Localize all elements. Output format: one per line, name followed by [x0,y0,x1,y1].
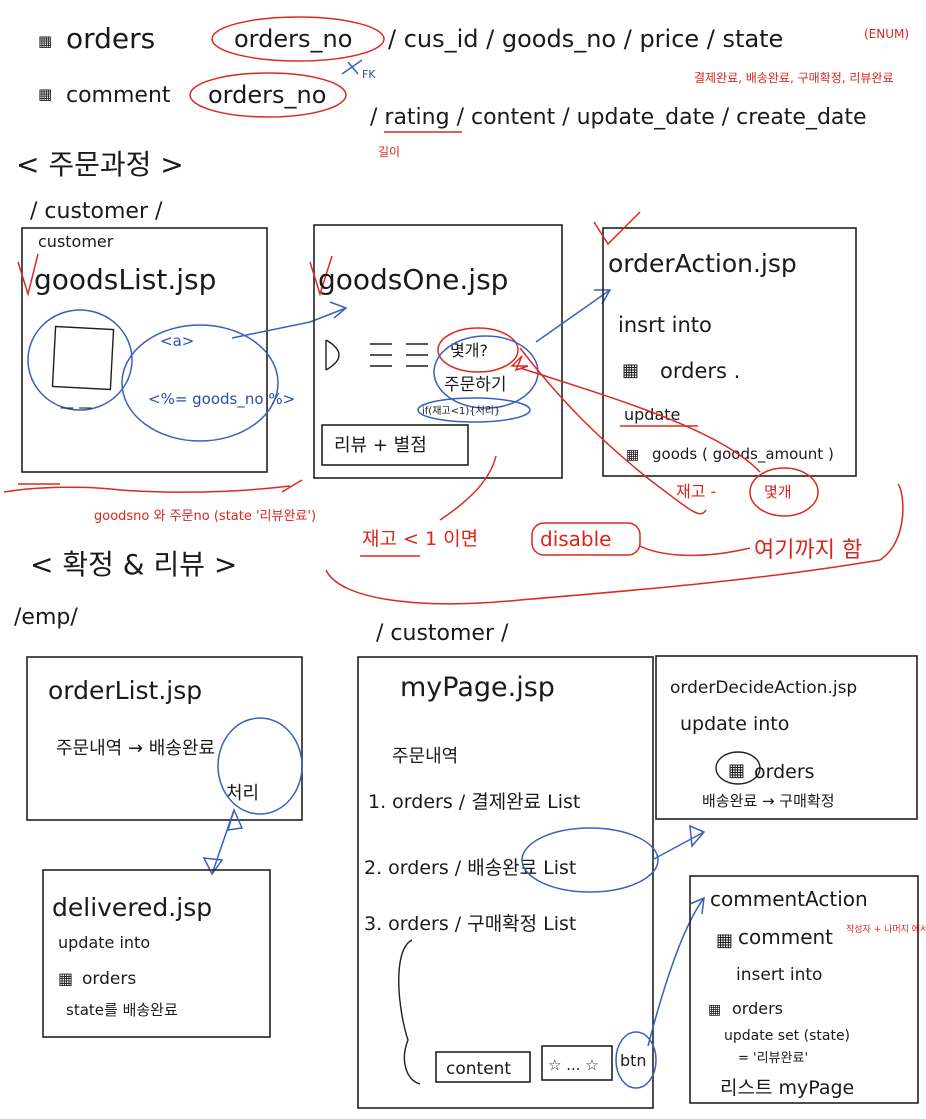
order-decide-line3: 배송완료 → 구매확정 [702,792,835,810]
comment-fields: / rating / content / update_date / creat… [370,105,867,130]
table-icon: ▦ [38,32,52,50]
link-a-text: <a> [160,332,194,350]
table-icon: ▦ [728,760,745,781]
enum-note: (ENUM) [864,27,909,41]
whiteboard-sketch: ▦ orders orders_no / cus_id / goods_no /… [3,16,926,1109]
table-icon: ▦ [708,1002,721,1018]
link-goods-no-text: <%= goods_no %> [148,390,295,409]
comment-side-note: 작성자 + 나머지 에서... [846,924,926,935]
fk-mark [341,59,363,75]
disable-word: disable [540,527,611,551]
goods-amount-line: goods ( goods_amount ) [652,445,834,464]
delivered-line2: orders [82,969,136,989]
customer-label: customer [38,232,114,251]
rating-note: 길이 [378,145,400,159]
my-page-item1: 1. orders / 결제완료 List [368,791,580,813]
order-decide-title: orderDecideAction.jsp [670,678,857,698]
confirm-review-section: < 확정 & 리뷰 > /emp/ / customer / orderList… [14,548,926,1109]
arrow-goodsone-to-orderaction [535,289,611,343]
comment-action-title: commentAction [710,887,868,911]
comment-action-line1: comment [738,925,833,949]
order-decide-line1: update into [680,713,789,735]
my-page-box [357,656,654,1109]
schema-section: ▦ orders orders_no / cus_id / goods_no /… [38,16,909,159]
stock-check-note: if(재고<1){처리} [422,405,500,417]
arrow-btn-to-comment [647,897,705,1047]
table-icon: ▦ [38,85,52,103]
delivered-line1: update into [58,933,150,952]
order-button: 주문하기 [444,375,507,395]
customer-path: / customer / [30,199,163,224]
table-icon: ▦ [716,930,733,951]
link-circle [121,324,279,442]
disable-note: 재고 < 1 이면 [362,528,478,550]
my-page-heading: 주문내역 [392,746,458,767]
customer-path-2: / customer / [376,621,509,646]
insert-into-line: insrt into [618,313,712,337]
arrow-delivered-to-decide [651,831,705,861]
fk-label: FK [362,68,376,81]
stock-minus-note: 재고 - [676,482,716,501]
delivered-circle [217,717,303,815]
confirm-review-title: < 확정 & 리뷰 > [30,548,237,581]
back-note: 여기까지 함 [754,538,862,563]
brace [398,939,421,1085]
qty-note: 몇개 [764,483,792,501]
orders-line: orders . [660,359,740,383]
red-divider [119,485,291,493]
goods-image-placeholder [51,325,115,391]
goods-dash: — — [60,400,92,416]
goods-list-title: goodsList.jsp [34,263,216,296]
table-icon: ▦ [622,360,639,381]
join-note: goodsno 와 주문no (state '리뷰완료') [94,509,316,524]
orders-pk-field: orders_no [234,25,352,53]
goods-image-circle [27,309,133,411]
order-action-title: orderAction.jsp [608,249,797,278]
my-page-item3: 3. orders / 구매확정 List [364,913,576,935]
comment-action-line2: insert into [736,965,822,985]
red-link [639,545,751,557]
order-list-line1: 주문내역 → 배송완료 [56,738,215,759]
qty-label: 몇개? [450,341,488,360]
order-process-title: < 주문과정 > [16,148,184,181]
table-icon: ▦ [626,447,639,463]
stars-label: ☆ ... ☆ [548,1056,599,1074]
table-icon: ▦ [58,969,73,988]
review-label: 리뷰 + 별점 [334,435,427,456]
comment-action-line3: orders [732,999,783,1018]
btn-label: btn [620,1051,647,1070]
order-decide-line2: orders [754,761,815,783]
order-process-section: < 주문과정 > / customer / customer goodsList… [3,148,904,605]
my-page-title: myPage.jsp [400,672,555,703]
orders-table-label: orders [66,22,155,55]
comment-action-line5: = '리뷰완료' [738,1051,808,1066]
red-divider-left [3,483,121,493]
comment-table-label: comment [66,83,171,108]
arrow-head [329,301,348,319]
order-list-title: orderList.jsp [48,676,202,705]
emp-path: /emp/ [14,605,78,630]
delivered-title: delivered.jsp [52,893,212,922]
my-page-item2: 2. orders / 배송완료 List [364,857,576,879]
comment-pk-field: orders_no [208,81,326,109]
state-values-note: 결제완료, 배송완료, 구매확정, 리뷰완료 [694,71,894,85]
delivered-line3: state를 배송완료 [66,1001,178,1019]
arrow-head [202,857,224,876]
content-label: content [446,1059,511,1079]
orders-fields: / cus_id / goods_no / price / state [388,25,783,53]
goods-text-lines [370,343,428,367]
goods-image-sketch [325,339,340,371]
comment-action-line6: 리스트 myPage [720,1077,854,1099]
comment-action-line4: update set (state) [724,1028,850,1044]
arrow-goodslist-to-goodsone [231,307,347,339]
update-line: update [624,405,680,424]
goods-one-title: goodsOne.jsp [318,263,508,296]
